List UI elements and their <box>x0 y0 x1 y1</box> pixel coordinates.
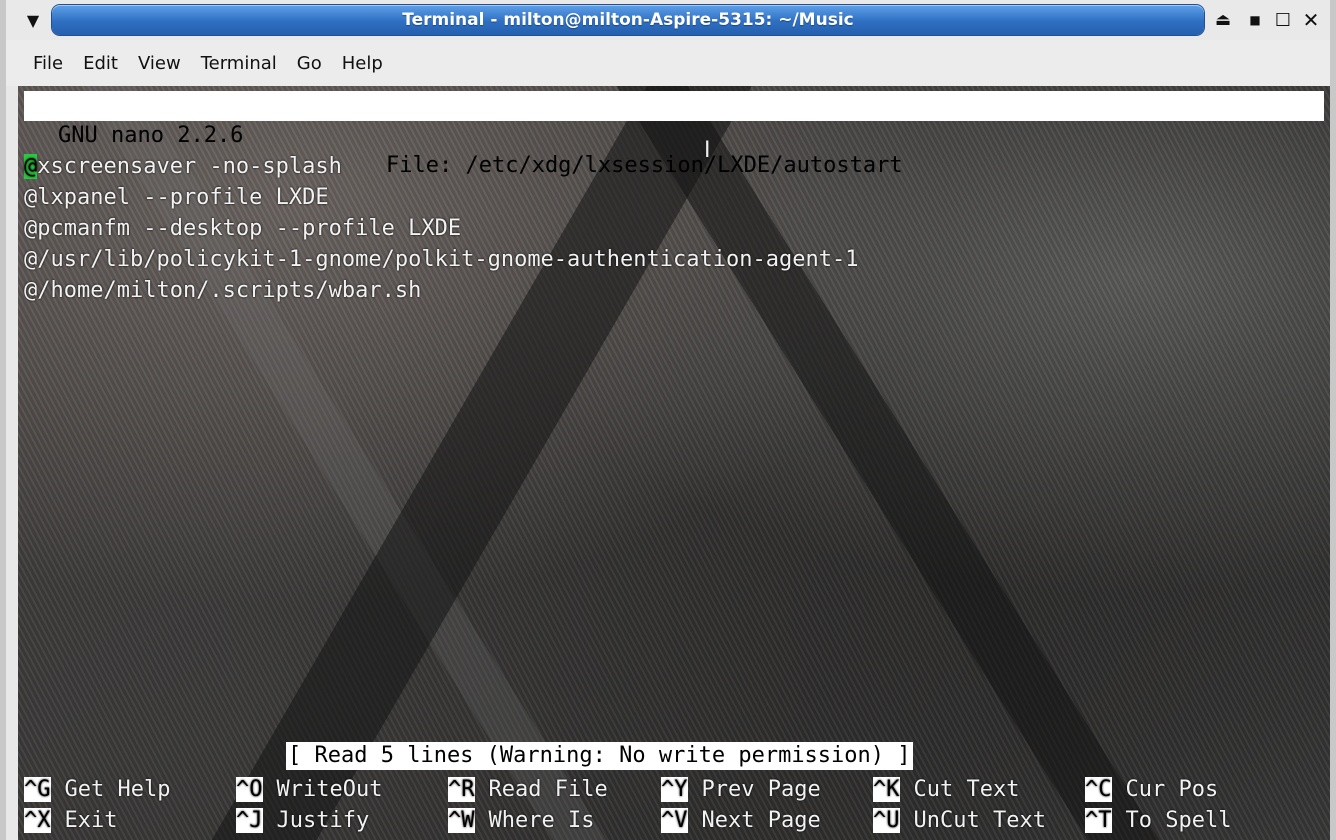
editor-line-text: @lxpanel --profile LXDE <box>24 185 329 210</box>
shortcut-key: ^U <box>873 808 900 833</box>
editor-line[interactable]: @/usr/lib/policykit-1-gnome/polkit-gnome… <box>24 244 858 275</box>
terminal-screen[interactable]: GNU nano 2.2.6 File: /etc/xdg/lxsession/… <box>18 86 1330 840</box>
shortcut-label: Read File <box>488 777 608 802</box>
shortcut-label: UnCut Text <box>913 808 1046 833</box>
shortcut-key: ^J <box>236 808 263 833</box>
shortcut-bar: ^G Get Help ^O WriteOut ^R Read File ^Y Prev… <box>24 774 1330 836</box>
shortcut-cur-pos[interactable]: ^C Cur Pos <box>1085 774 1218 805</box>
shortcut-get-help[interactable]: ^G Get Help <box>24 774 170 805</box>
editor-line[interactable]: @pcmanfm --desktop --profile LXDE <box>24 213 858 244</box>
shortcut-where-is[interactable]: ^W Where Is <box>448 805 594 836</box>
shortcut-key: ^T <box>1085 808 1112 833</box>
menu-terminal[interactable]: Terminal <box>198 49 280 78</box>
text-cursor: @ <box>24 154 38 179</box>
menu-help[interactable]: Help <box>339 49 386 78</box>
shortcut-label: Cur Pos <box>1125 777 1219 802</box>
shortcut-label: Where Is <box>488 808 595 833</box>
shortcut-uncut-text[interactable]: ^U UnCut Text <box>873 805 1046 836</box>
editor-text-area[interactable]: @xscreensaver -no-splash @lxpanel --prof… <box>24 151 858 306</box>
nano-version: GNU nano 2.2.6 <box>58 123 244 148</box>
shortcut-label: Justify <box>276 808 370 833</box>
editor-line-text: @pcmanfm --desktop --profile LXDE <box>24 216 462 241</box>
shortcut-label: Next Page <box>701 808 821 833</box>
menu-edit[interactable]: Edit <box>80 49 121 78</box>
shortcut-key: ^V <box>661 808 688 833</box>
shortcut-writeout[interactable]: ^O WriteOut <box>236 774 382 805</box>
title-bar[interactable]: ▼ Terminal - milton@milton-Aspire-5315: … <box>6 0 1330 40</box>
shortcut-next-page[interactable]: ^V Next Page <box>661 805 821 836</box>
shortcut-label: Cut Text <box>913 777 1020 802</box>
shortcut-key: ^O <box>236 777 263 802</box>
menu-view[interactable]: View <box>135 49 184 78</box>
window-title: Terminal - milton@milton-Aspire-5315: ~/… <box>402 10 854 30</box>
shortcut-key: ^G <box>24 777 51 802</box>
editor-line-text: xscreensaver -no-splash <box>37 154 342 179</box>
shortcut-to-spell[interactable]: ^T To Spell <box>1085 805 1231 836</box>
menu-go[interactable]: Go <box>294 49 325 78</box>
shortcut-key: ^C <box>1085 777 1112 802</box>
shortcut-key: ^K <box>873 777 900 802</box>
shortcut-justify[interactable]: ^J Justify <box>236 805 369 836</box>
menu-file[interactable]: File <box>30 49 66 78</box>
shortcut-row-2: ^X Exit ^J Justify ^W Where Is ^V Next Page … <box>24 805 1330 836</box>
menu-bar: File Edit View Terminal Go Help <box>6 40 1330 86</box>
nano-header-bar: GNU nano 2.2.6 File: /etc/xdg/lxsession/… <box>24 91 1324 178</box>
shortcut-prev-page[interactable]: ^Y Prev Page <box>661 774 821 805</box>
shortcut-label: Prev Page <box>701 777 821 802</box>
shortcut-label: To Spell <box>1125 808 1232 833</box>
minimize-button-icon[interactable]: ■ <box>1242 8 1268 32</box>
terminal-window: ▼ Terminal - milton@milton-Aspire-5315: … <box>0 0 1336 840</box>
shade-button-icon[interactable]: ⏏ <box>1210 8 1236 32</box>
editor-line[interactable]: @lxpanel --profile LXDE <box>24 182 858 213</box>
close-button-icon[interactable]: ✕ <box>1298 8 1324 32</box>
shortcut-key: ^Y <box>661 777 688 802</box>
maximize-button-icon[interactable]: ☐ <box>1270 8 1296 32</box>
editor-line[interactable]: @/home/milton/.scripts/wbar.sh <box>24 275 858 306</box>
shortcut-row-1: ^G Get Help ^O WriteOut ^R Read File ^Y Prev… <box>24 774 1330 805</box>
shortcut-label: WriteOut <box>276 777 383 802</box>
editor-line-text: @/home/milton/.scripts/wbar.sh <box>24 278 422 303</box>
shortcut-label: Exit <box>64 808 118 833</box>
shortcut-read-file[interactable]: ^R Read File <box>448 774 608 805</box>
window-menu-icon[interactable]: ▼ <box>20 8 46 32</box>
shortcut-exit[interactable]: ^X Exit <box>24 805 117 836</box>
shortcut-key: ^X <box>24 808 51 833</box>
shortcut-cut-text[interactable]: ^K Cut Text <box>873 774 1019 805</box>
shortcut-key: ^W <box>448 808 475 833</box>
shortcut-label: Get Help <box>64 777 171 802</box>
editor-line-text: @/usr/lib/policykit-1-gnome/polkit-gnome… <box>24 247 859 272</box>
status-message: [ Read 5 lines (Warning: No write permis… <box>286 742 913 770</box>
shortcut-key: ^R <box>448 777 475 802</box>
editor-line[interactable]: @xscreensaver -no-splash <box>24 151 858 182</box>
